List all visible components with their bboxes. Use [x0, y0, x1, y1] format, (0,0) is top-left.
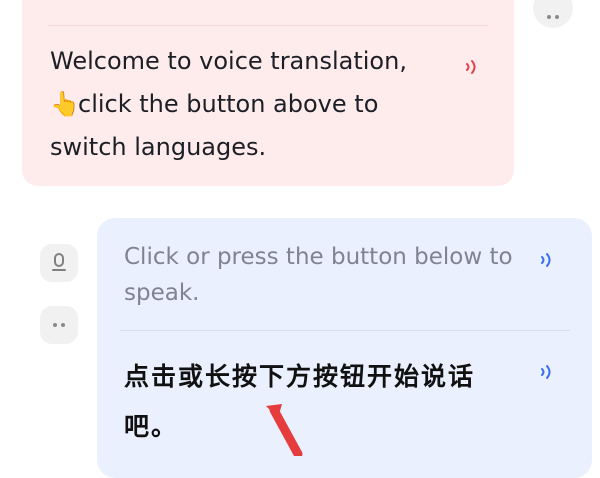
bubble-divider [120, 330, 570, 331]
microphone-button[interactable] [40, 244, 78, 282]
bubble-divider [48, 25, 488, 26]
more-dots-icon [547, 15, 559, 19]
welcome-message-text: Welcome to voice translation, 👆click the… [50, 40, 450, 169]
speak-prompt-english: Click or press the button below to speak… [124, 244, 513, 306]
speaker-icon[interactable] [537, 362, 557, 382]
welcome-line-3: switch languages. [50, 133, 267, 161]
microphone-icon [52, 253, 66, 271]
pointing-up-hand-icon: 👆 [50, 90, 80, 118]
speaker-icon[interactable] [537, 250, 557, 270]
speaker-icon[interactable] [462, 57, 482, 77]
more-options-button[interactable] [40, 306, 78, 344]
welcome-line-2-text: click the button above to [78, 90, 379, 118]
more-options-button-top[interactable] [533, 0, 573, 28]
welcome-line-1: Welcome to voice translation, [50, 47, 407, 75]
red-arrow-icon [266, 404, 303, 456]
welcome-line-2: 👆click the button above to [50, 83, 450, 126]
more-dots-icon [53, 323, 65, 327]
